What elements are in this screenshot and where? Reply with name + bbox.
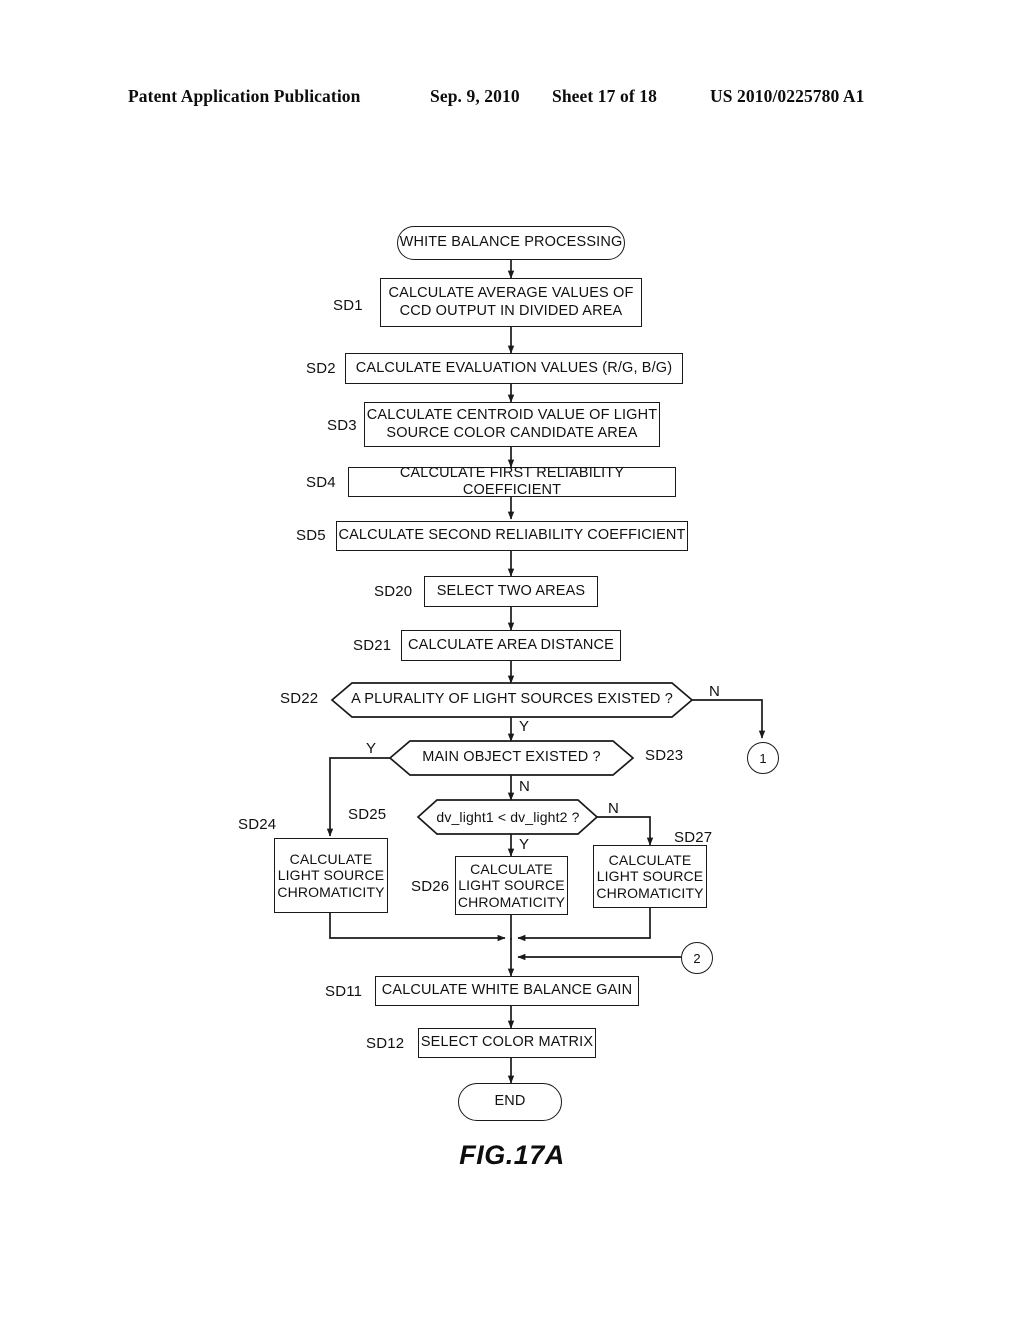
step-label-sd21: SD21	[353, 637, 392, 654]
branch-label-sd22-yes: Y	[519, 718, 530, 735]
step-label-sd3: SD3	[327, 417, 357, 434]
flow-node-sd26[interactable]: CALCULATE LIGHT SOURCE CHROMATICITY	[455, 856, 568, 915]
step-label-sd4: SD4	[306, 474, 336, 491]
flow-node-sd11[interactable]: CALCULATE WHITE BALANCE GAIN	[375, 976, 639, 1006]
step-label-sd5: SD5	[296, 527, 326, 544]
flow-node-sd27[interactable]: CALCULATE LIGHT SOURCE CHROMATICITY	[593, 845, 707, 908]
flow-node-sd2[interactable]: CALCULATE EVALUATION VALUES (R/G, B/G)	[345, 353, 683, 384]
step-label-sd11: SD11	[325, 983, 363, 1000]
step-label-sd25: SD25	[348, 806, 387, 823]
flow-node-sd5-label: CALCULATE SECOND RELIABILITY COEFFICIENT	[338, 527, 686, 544]
flow-node-sd1-label: CALCULATE AVERAGE VALUES OF CCD OUTPUT I…	[388, 285, 634, 319]
flow-node-sd2-label: CALCULATE EVALUATION VALUES (R/G, B/G)	[355, 359, 673, 376]
flow-node-sd20[interactable]: SELECT TWO AREAS	[424, 576, 598, 607]
step-label-sd1: SD1	[333, 297, 363, 314]
branch-label-sd23-yes: Y	[366, 740, 377, 757]
flow-node-sd11-label: CALCULATE WHITE BALANCE GAIN	[381, 982, 633, 999]
step-label-sd23: SD23	[645, 747, 684, 764]
step-label-sd26: SD26	[411, 878, 450, 895]
flow-node-sd4-label: CALCULATE FIRST RELIABILITY COEFFICIENT	[399, 464, 625, 498]
connector-circle-2-label: 2	[693, 950, 701, 966]
flow-node-sd12[interactable]: SELECT COLOR MATRIX	[418, 1028, 596, 1058]
step-label-sd27: SD27	[674, 829, 713, 846]
branch-label-sd25-no: N	[608, 800, 619, 817]
step-label-sd24: SD24	[238, 816, 277, 833]
connector-circle-1-label: 1	[759, 750, 767, 766]
flow-node-sd21-label: CALCULATE AREA DISTANCE	[408, 636, 614, 653]
flow-node-sd1[interactable]: CALCULATE AVERAGE VALUES OF CCD OUTPUT I…	[380, 278, 642, 327]
step-label-sd12: SD12	[366, 1035, 405, 1052]
step-label-sd2: SD2	[306, 360, 336, 377]
flow-node-sd27-label: CALCULATE LIGHT SOURCE CHROMATICITY	[596, 851, 704, 901]
flow-node-sd24-label: CALCULATE LIGHT SOURCE CHROMATICITY	[277, 850, 385, 900]
flow-node-start-label: WHITE BALANCE PROCESSING	[399, 234, 623, 251]
flow-node-sd21[interactable]: CALCULATE AREA DISTANCE	[401, 630, 621, 661]
flow-node-end[interactable]: END	[458, 1083, 562, 1121]
step-label-sd20: SD20	[374, 583, 413, 600]
flow-node-sd12-label: SELECT COLOR MATRIX	[420, 1034, 594, 1051]
patent-page: Patent Application Publication Sep. 9, 2…	[0, 0, 1024, 1320]
flow-node-sd3[interactable]: CALCULATE CENTROID VALUE OF LIGHT SOURCE…	[364, 402, 660, 447]
step-label-sd22: SD22	[280, 690, 319, 707]
flow-node-start[interactable]: WHITE BALANCE PROCESSING	[397, 226, 625, 260]
flow-node-sd3-label: CALCULATE CENTROID VALUE OF LIGHT SOURCE…	[366, 407, 658, 441]
connector-circle-1[interactable]: 1	[747, 742, 779, 774]
connector-circle-2[interactable]: 2	[681, 942, 713, 974]
branch-label-sd25-yes: Y	[519, 836, 530, 853]
flow-node-sd24[interactable]: CALCULATE LIGHT SOURCE CHROMATICITY	[274, 838, 388, 913]
flowchart-figure: WHITE BALANCE PROCESSING SD1 CALCULATE A…	[0, 0, 1024, 1320]
branch-label-sd23-no: N	[519, 778, 530, 795]
figure-caption: FIG.17A	[459, 1140, 565, 1170]
flow-node-sd20-label: SELECT TWO AREAS	[436, 582, 586, 599]
flow-node-sd26-label: CALCULATE LIGHT SOURCE CHROMATICITY	[457, 860, 566, 910]
flow-node-sd5[interactable]: CALCULATE SECOND RELIABILITY COEFFICIENT	[336, 521, 688, 551]
flow-node-end-label: END	[494, 1093, 526, 1110]
branch-label-sd22-no: N	[709, 683, 720, 700]
flow-node-sd4[interactable]: CALCULATE FIRST RELIABILITY COEFFICIENT	[348, 464, 676, 498]
